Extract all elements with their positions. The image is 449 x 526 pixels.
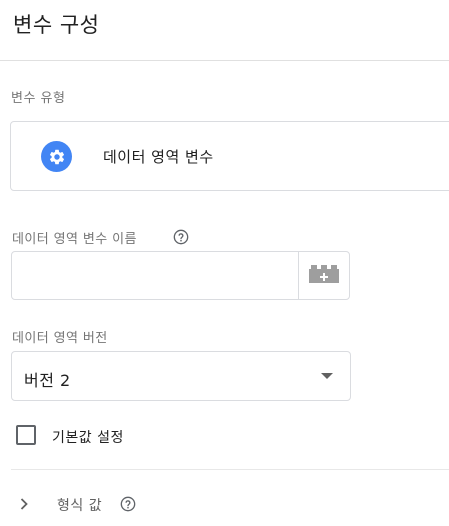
panel-title: 변수 구성 bbox=[13, 13, 100, 37]
gear-icon bbox=[41, 141, 72, 172]
dropdown-arrow-icon bbox=[321, 373, 333, 379]
header-divider bbox=[0, 60, 449, 61]
variable-type-name: 데이터 영역 변수 bbox=[103, 148, 214, 166]
section-divider bbox=[11, 469, 449, 470]
data-layer-version-label: 데이터 영역 버전 bbox=[12, 331, 108, 346]
version-selected-value: 버전 2 bbox=[24, 371, 71, 390]
variable-brick-icon bbox=[309, 264, 339, 287]
help-circle-icon[interactable] bbox=[173, 229, 189, 245]
data-layer-version-select[interactable]: 버전 2 bbox=[11, 351, 351, 401]
data-layer-name-input[interactable] bbox=[12, 252, 298, 299]
variable-type-label: 변수 유형 bbox=[11, 91, 66, 106]
format-value-label: 형식 값 bbox=[57, 498, 103, 514]
default-value-label[interactable]: 기본값 설정 bbox=[52, 427, 124, 447]
default-value-checkbox[interactable] bbox=[16, 425, 36, 445]
variable-picker-button[interactable] bbox=[298, 252, 349, 299]
data-layer-name-label: 데이터 영역 변수 이름 bbox=[12, 232, 137, 247]
help-circle-icon[interactable] bbox=[120, 496, 136, 512]
data-layer-name-field bbox=[11, 251, 350, 300]
format-value-expander[interactable]: 형식 값 bbox=[14, 490, 174, 518]
variable-type-card[interactable]: 데이터 영역 변수 bbox=[10, 121, 449, 191]
chevron-right-icon bbox=[18, 496, 30, 510]
